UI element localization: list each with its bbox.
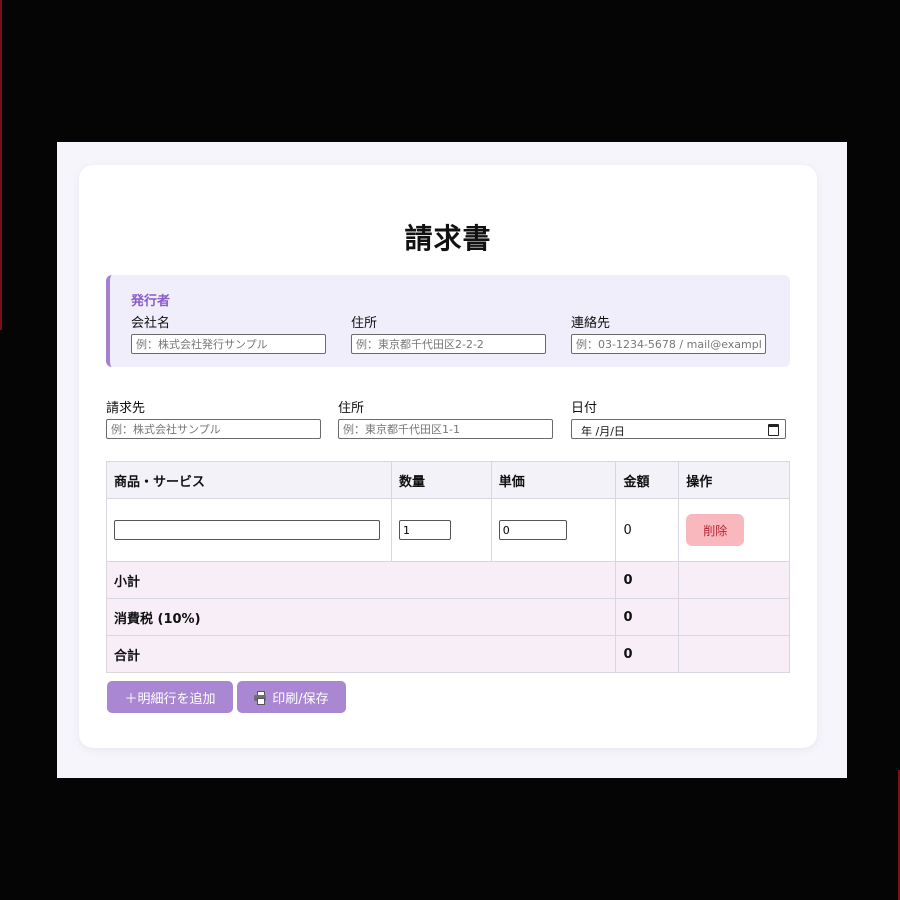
- calendar-icon[interactable]: [768, 424, 779, 436]
- issuer-contact-input[interactable]: [571, 334, 766, 354]
- total-empty-cell: [678, 635, 790, 673]
- subtotal-row: 小計 0: [105, 561, 790, 599]
- actions-cell: 削除: [678, 498, 790, 562]
- product-cell: [106, 498, 392, 562]
- total-row: 合計 0: [105, 635, 790, 673]
- page-title: 請求書: [404, 222, 492, 255]
- header-unit-price: 単価: [490, 461, 617, 499]
- header-quantity: 数量: [390, 461, 492, 499]
- header-amount: 金額: [615, 461, 680, 499]
- unit-price-input[interactable]: [498, 520, 567, 540]
- amount-cell: 0: [615, 498, 680, 562]
- printer-icon: [254, 691, 267, 705]
- issuer-contact-label: 連絡先: [571, 316, 611, 331]
- total-label: 合計: [105, 635, 617, 673]
- tax-label: 消費税 (10%): [105, 598, 617, 636]
- window-edge-left: [0, 0, 2, 330]
- issuer-address-label: 住所: [351, 316, 378, 331]
- subtotal-value: 0: [615, 561, 680, 599]
- date-input[interactable]: 年 /月/日: [571, 419, 786, 439]
- quantity-cell: [390, 498, 492, 562]
- tax-value: 0: [615, 598, 680, 636]
- quantity-input[interactable]: [398, 520, 451, 540]
- subtotal-empty-cell: [678, 561, 790, 599]
- product-input[interactable]: [114, 520, 380, 540]
- table-header-row: 商品・サービス 数量 単価 金額 操作: [106, 461, 790, 499]
- add-row-button[interactable]: ＋明細行を追加: [107, 681, 233, 713]
- table-row: 0 削除: [106, 498, 790, 562]
- subtotal-label: 小計: [105, 561, 617, 599]
- tax-row: 消費税 (10%) 0: [105, 598, 790, 636]
- tax-empty-cell: [678, 598, 790, 636]
- issuer-company-label: 会社名: [131, 316, 171, 331]
- date-placeholder: 年 /月/日: [581, 425, 625, 438]
- issuer-heading: 発行者: [131, 294, 171, 309]
- total-value: 0: [615, 635, 680, 673]
- invoice-card: 請求書 発行者 会社名 住所 連絡先 請求先 住所 日付 年 /月/日: [79, 165, 817, 748]
- print-save-button[interactable]: 印刷/保存: [237, 681, 346, 713]
- issuer-address-input[interactable]: [351, 334, 546, 354]
- recipient-label: 請求先: [106, 401, 146, 416]
- print-save-label: 印刷/保存: [272, 691, 329, 707]
- issuer-company-input[interactable]: [131, 334, 326, 354]
- date-label: 日付: [571, 401, 598, 416]
- unit-price-cell: [490, 498, 617, 562]
- recipient-address-input[interactable]: [338, 419, 553, 439]
- header-product: 商品・サービス: [106, 461, 392, 499]
- header-actions: 操作: [678, 461, 790, 499]
- recipient-address-label: 住所: [338, 401, 365, 416]
- recipient-input[interactable]: [106, 419, 321, 439]
- delete-row-button[interactable]: 削除: [686, 514, 745, 546]
- items-table: 商品・サービス 数量 単価 金額 操作 1 0 0 削除 小計 0 消費税 (1…: [105, 461, 790, 673]
- page-background: 請求書 発行者 会社名 住所 連絡先 請求先 住所 日付 年 /月/日: [57, 142, 847, 778]
- issuer-section: 発行者 会社名 住所 連絡先: [106, 275, 790, 367]
